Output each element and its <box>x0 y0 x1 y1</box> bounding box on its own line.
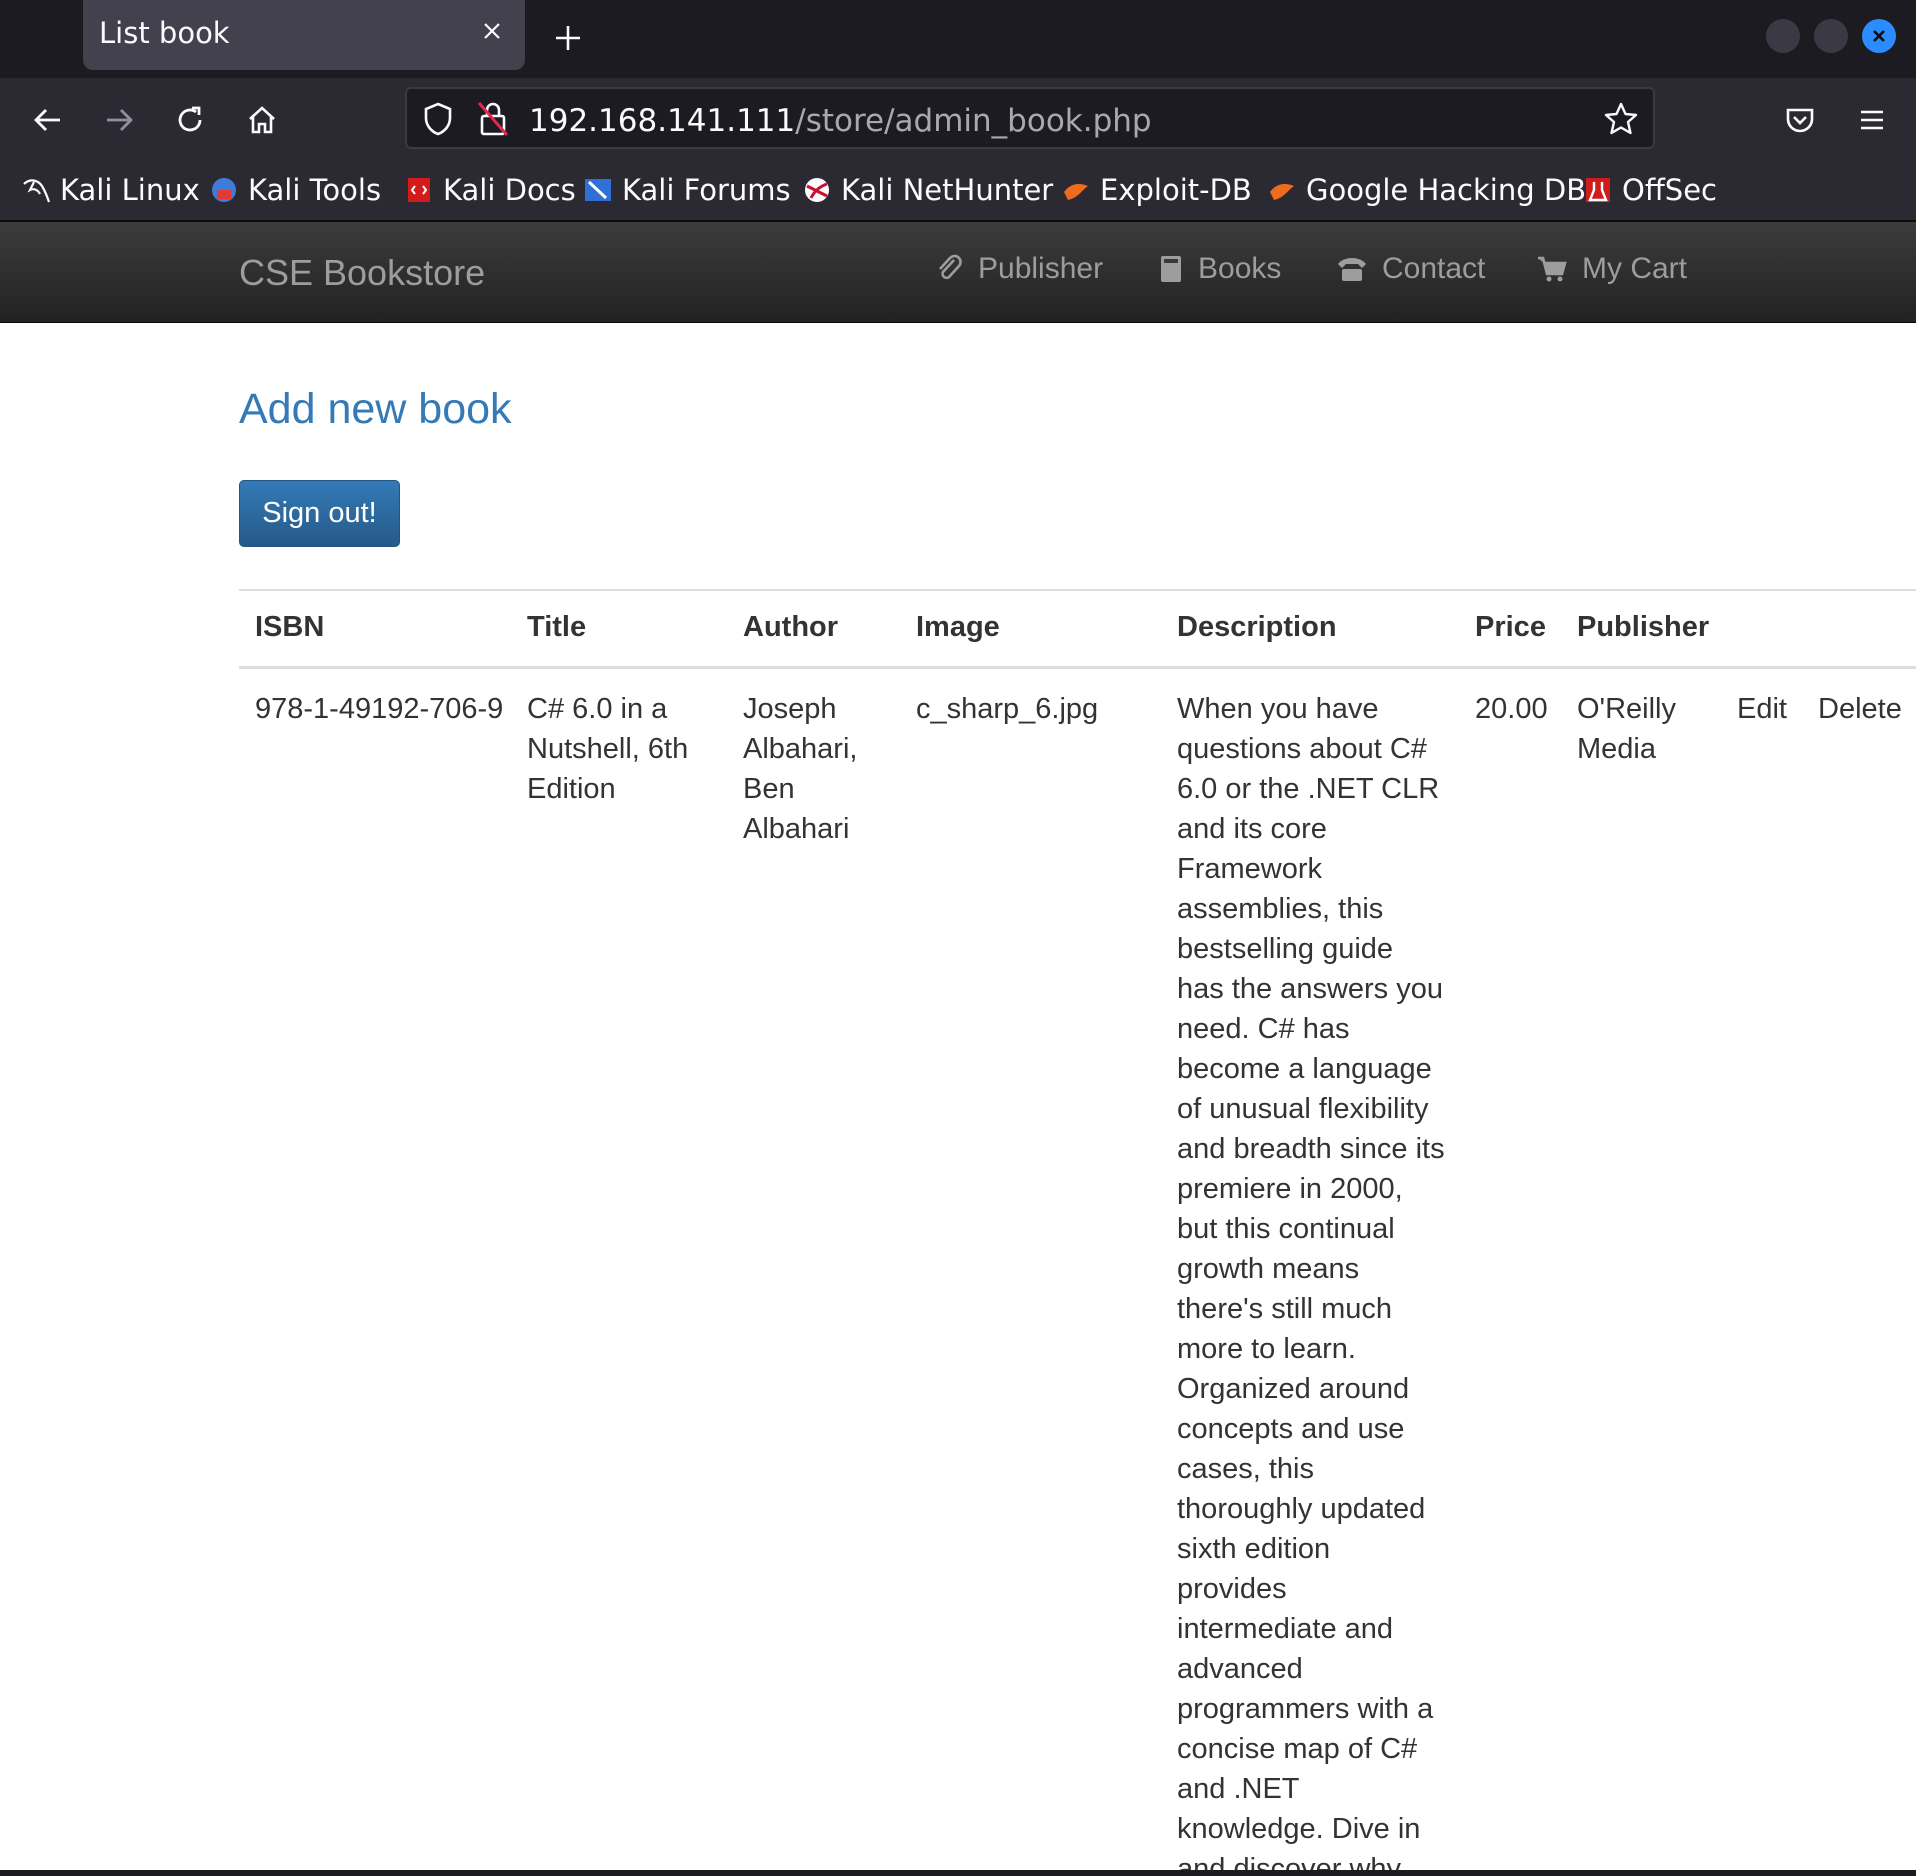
browser-tabbar: List book <box>0 0 1916 78</box>
bookmark-kali-tools[interactable]: Kali Tools <box>210 170 381 210</box>
site-navbar: CSE Bookstore Publisher Books Contact My… <box>0 222 1916 323</box>
book-icon <box>1161 256 1181 282</box>
forward-arrow-icon[interactable] <box>99 100 139 140</box>
bookmark-label: Kali Linux <box>60 173 200 207</box>
bookmark-kali-nethunter[interactable]: Kali NetHunter <box>803 170 1053 210</box>
bookmark-kali-forums[interactable]: Kali Forums <box>584 170 791 210</box>
paperclip-icon <box>939 254 962 280</box>
add-new-book-link[interactable]: Add new book <box>239 385 512 434</box>
header-isbn: ISBN <box>255 611 325 643</box>
tab-title: List book <box>99 16 230 50</box>
cell-isbn: 978-1-49192-706-9 <box>255 693 504 725</box>
cell-title: C# 6.0 in a Nutshell, 6th Edition <box>527 693 689 805</box>
cell-image: c_sharp_6.jpg <box>916 693 1099 725</box>
bookmark-label: Google Hacking DB <box>1306 173 1587 207</box>
edit-link[interactable]: Edit <box>1737 689 1787 729</box>
bookmark-label: OffSec <box>1622 173 1718 207</box>
url-bar[interactable]: 192.168.141.111/store/admin_book.php <box>405 87 1655 149</box>
close-tab-icon[interactable] <box>477 16 507 46</box>
nav-label: Books <box>1198 252 1282 285</box>
delete-link[interactable]: Delete <box>1818 689 1902 729</box>
nav-contact[interactable]: Contact <box>1336 252 1485 286</box>
offsec-icon <box>1584 176 1612 204</box>
nav-my-cart[interactable]: My Cart <box>1536 252 1687 286</box>
shield-icon[interactable] <box>421 101 455 141</box>
reload-icon[interactable] <box>170 100 210 140</box>
back-arrow-icon[interactable] <box>28 100 68 140</box>
bookmark-label: Exploit-DB <box>1100 173 1252 207</box>
page-content: CSE Bookstore Publisher Books Contact My… <box>0 222 1916 1876</box>
bookmark-google-hacking-db[interactable]: Google Hacking DB <box>1268 170 1586 210</box>
bookmarks-toolbar: Kali Linux Kali Tools Kali Docs Kali For… <box>0 162 1916 222</box>
site-brand[interactable]: CSE Bookstore <box>239 252 485 294</box>
nav-publisher[interactable]: Publisher <box>934 252 1103 286</box>
bookmark-label: Kali NetHunter <box>841 173 1054 207</box>
bookmark-kali-docs[interactable]: Kali Docs <box>405 170 576 210</box>
url-host: 192.168.141.111 <box>529 103 796 139</box>
bookmark-label: Kali Tools <box>248 173 382 207</box>
new-tab-plus-icon[interactable] <box>548 18 588 58</box>
cell-description: When you have questions about C# 6.0 or … <box>1177 693 1445 1876</box>
bookmark-exploit-db[interactable]: Exploit-DB <box>1062 170 1252 210</box>
url-text[interactable]: 192.168.141.111/store/admin_book.php <box>529 103 1152 139</box>
maximize-window-button[interactable] <box>1814 19 1848 53</box>
phone-icon <box>1338 258 1366 281</box>
header-image: Image <box>916 611 1000 643</box>
header-publisher: Publisher <box>1577 611 1710 643</box>
nav-label: My Cart <box>1582 252 1687 285</box>
header-title: Title <box>527 611 587 643</box>
header-description: Description <box>1177 611 1337 643</box>
kali-docs-icon <box>405 176 433 204</box>
close-window-button[interactable] <box>1862 19 1896 53</box>
header-price: Price <box>1475 611 1546 643</box>
nav-label: Publisher <box>978 252 1104 285</box>
nav-books[interactable]: Books <box>1158 252 1281 286</box>
header-author: Author <box>743 611 839 643</box>
ghdb-icon <box>1268 176 1296 204</box>
home-icon[interactable] <box>242 100 282 140</box>
pocket-icon[interactable] <box>1780 100 1820 140</box>
bookmark-kali-linux[interactable]: Kali Linux <box>22 170 200 210</box>
kali-tools-icon <box>210 176 238 204</box>
window-bottom-edge <box>0 1870 1916 1876</box>
sign-out-button[interactable]: Sign out! <box>239 480 400 547</box>
bookmark-star-icon[interactable] <box>1603 101 1639 141</box>
browser-tab[interactable]: List book <box>83 0 525 70</box>
browser-navbar: 192.168.141.111/store/admin_book.php <box>0 78 1916 162</box>
nav-label: Contact <box>1382 252 1486 285</box>
table-header: ISBN Title Author Image Description Pric… <box>239 589 1916 669</box>
cell-publisher: O'Reilly Media <box>1577 693 1676 765</box>
kali-dragon-icon <box>22 176 51 204</box>
cell-author: Joseph Albahari, Ben Albahari <box>743 693 858 845</box>
insecure-lock-icon[interactable] <box>475 99 511 143</box>
cell-price: 20.00 <box>1475 693 1548 725</box>
bookmark-label: Kali Forums <box>622 173 791 207</box>
minimize-window-button[interactable] <box>1766 19 1800 53</box>
url-path: /store/admin_book.php <box>795 103 1152 139</box>
menu-hamburger-icon[interactable] <box>1852 100 1892 140</box>
shopping-cart-icon <box>1538 256 1567 282</box>
exploit-db-icon <box>1062 176 1090 204</box>
kali-nethunter-icon <box>803 176 831 204</box>
bookmark-offsec[interactable]: OffSec <box>1584 170 1717 210</box>
kali-forums-icon <box>584 176 612 204</box>
bookmark-label: Kali Docs <box>443 173 576 207</box>
